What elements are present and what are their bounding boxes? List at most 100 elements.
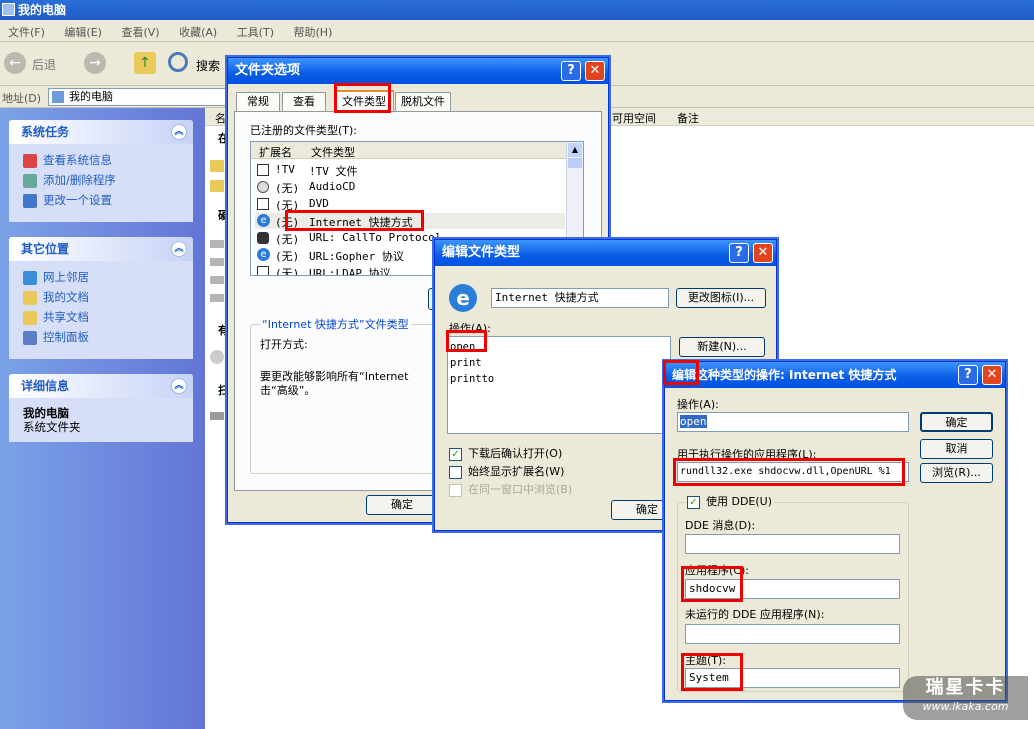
edit-action-dialog: 编辑这种类型的操作: Internet 快捷方式 ? ✕ 操作(A): open… [664,361,1006,701]
change-icon-button[interactable]: 更改图标(I)... [676,288,766,308]
system-tasks-header[interactable]: 系统任务 ︽ [9,120,193,144]
system-tasks-panel: 系统任务 ︽ 查看系统信息 添加/删除程序 更改一个设置 [9,120,193,222]
column-extension[interactable]: 扩展名 [259,144,292,160]
other-places-panel: 其它位置 ︽ 网上邻居 我的文档 共享文档 控制面板 [9,237,193,359]
action-input[interactable]: open [677,412,909,432]
collapse-icon[interactable]: ︽ [171,241,187,257]
menu-tools[interactable]: 工具(T) [229,20,282,44]
computer-icon [2,3,15,16]
task-add-remove-programs[interactable]: 添加/删除程序 [9,170,193,190]
dde-message-label: DDE 消息(D): [685,519,756,532]
menu-view[interactable]: 查看(V) [113,20,167,44]
column-file-type[interactable]: 文件类型 [311,144,355,160]
new-action-button[interactable]: 新建(N)... [679,337,765,357]
folder-icon [210,180,224,192]
ok-button[interactable]: 确定 [920,412,993,432]
close-icon[interactable]: ✕ [982,365,1002,385]
column-comments[interactable]: 备注 [677,110,699,126]
highlight-edit-title [663,360,699,385]
close-icon[interactable]: ✕ [753,243,773,263]
cd-icon [257,181,269,193]
place-shared-documents[interactable]: 共享文档 [9,307,193,327]
edit-action-title: 编辑这种类型的操作: Internet 快捷方式 ? ✕ [665,362,1005,388]
list-row[interactable]: (无) AudioCD [255,179,565,195]
registered-types-label: 已注册的文件类型(T): [250,124,358,137]
dde-not-running-label: 未运行的 DDE 应用程序(N): [685,608,825,621]
address-input[interactable]: 我的电脑 [48,88,234,106]
cancel-button[interactable]: 取消 [920,439,993,459]
list-fragment: 名 [215,112,226,125]
drive-icon [210,294,224,302]
watermark-brand: 瑞星卡卡 [925,677,1006,698]
scroll-thumb[interactable] [568,158,582,168]
forward-arrow-icon[interactable]: → [84,52,106,74]
folder-icon [23,310,37,325]
dde-message-input[interactable] [685,534,900,554]
settings-icon [23,193,37,208]
help-icon[interactable]: ? [561,61,581,81]
menu-edit[interactable]: 编辑(E) [56,20,110,44]
up-folder-icon[interactable]: ↑ [134,52,156,74]
confirm-open-checkbox[interactable]: ✓ 下载后确认打开(O) [449,445,562,461]
use-dde-checkbox[interactable]: ✓ 使用 DDE(U) [685,493,775,509]
highlight-open-action [446,330,487,352]
same-window-checkbox[interactable]: 在同一窗口中浏览(B) [449,481,572,497]
back-button[interactable]: ← 后退 [4,52,74,76]
folder-options-title: 文件夹选项 ? ✕ [228,58,608,84]
scroll-up-icon[interactable]: ▲ [568,143,582,157]
checkmark-icon: ✓ [449,447,462,461]
edit-file-type-title: 编辑文件类型 ? ✕ [435,240,776,266]
file-type-icon [257,164,269,176]
tab-view[interactable]: 查看 [282,92,326,111]
checkbox-box [449,483,462,497]
collapse-icon[interactable]: ︽ [171,378,187,394]
highlight-file-types-tab [334,83,391,113]
details-header[interactable]: 详细信息 ︽ [9,374,193,398]
details-desc: 系统文件夹 [23,420,81,434]
ok-button[interactable]: 确定 [366,495,438,515]
dde-not-running-input[interactable] [685,624,900,644]
info-icon [23,153,37,168]
menu-bar: 文件(F) 编辑(E) 查看(V) 收藏(A) 工具(T) 帮助(H) [0,20,1034,42]
highlight-application [681,566,743,602]
details-desc-line2: 击“高级”。 [260,384,316,397]
file-type-icon [257,198,269,210]
menu-file[interactable]: 文件(F) [0,20,53,44]
help-icon[interactable]: ? [729,243,749,263]
close-icon[interactable]: ✕ [585,61,605,81]
list-row[interactable]: !TV !TV 文件 [255,162,565,178]
column-free-space[interactable]: 可用空间 [612,110,656,126]
menu-favorites[interactable]: 收藏(A) [171,20,225,44]
place-my-documents[interactable]: 我的文档 [9,287,193,307]
drive-icon [210,258,224,266]
list-header: 扩展名 文件类型 [251,142,567,159]
ie-icon: e [257,248,270,261]
address-label: 地址(D) [2,92,42,105]
scanner-icon [210,412,224,420]
highlight-topic [681,653,743,691]
browse-button[interactable]: 浏览(R)... [920,463,993,483]
search-button[interactable]: 搜索 [168,52,224,76]
details-name: 我的电脑 [23,406,69,420]
type-name-input[interactable]: Internet 快捷方式 [491,288,669,308]
tab-general[interactable]: 常规 [236,92,280,111]
action-item[interactable]: print [450,355,668,371]
phone-icon [257,232,269,244]
task-change-setting[interactable]: 更改一个设置 [9,190,193,210]
place-control-panel[interactable]: 控制面板 [9,327,193,347]
place-network[interactable]: 网上邻居 [9,267,193,287]
show-extension-checkbox[interactable]: 始终显示扩展名(W) [449,463,564,479]
tab-offline-files[interactable]: 脱机文件 [395,92,451,111]
back-arrow-icon: ← [4,52,26,74]
task-view-system-info[interactable]: 查看系统信息 [9,150,193,170]
menu-help[interactable]: 帮助(H) [286,20,341,44]
folder-icon [23,290,37,305]
collapse-icon[interactable]: ︽ [171,124,187,140]
action-item[interactable]: printto [450,371,668,387]
watermark: 瑞星卡卡 www.ikaka.com [903,676,1028,720]
other-places-header[interactable]: 其它位置 ︽ [9,237,193,261]
help-icon[interactable]: ? [958,365,978,385]
network-icon [23,270,37,285]
drive-icon [210,276,224,284]
drive-icon [210,240,224,248]
